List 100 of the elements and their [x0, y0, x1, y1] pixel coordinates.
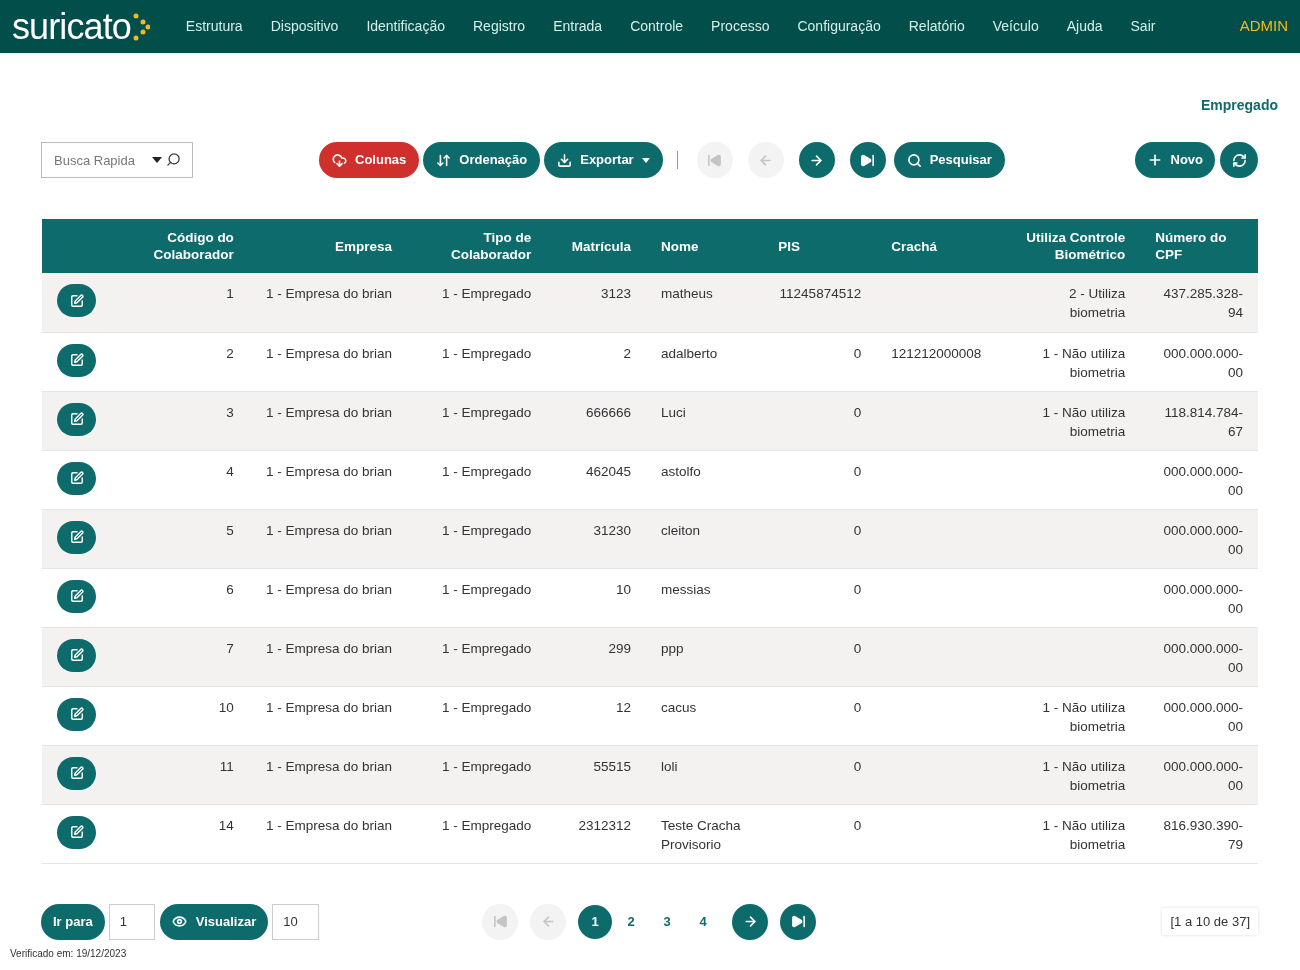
page-button[interactable]: 4 [686, 904, 721, 939]
table-cell-text: 1 - Empregado [440, 344, 532, 363]
table-cell-text: 1 - Empregado [440, 757, 532, 776]
table-cell-text: astolfo [660, 462, 702, 481]
table-cell-text: Teste Cracha Provisorio [660, 816, 742, 854]
table-cell-text: 0 [852, 462, 862, 481]
table-cell-text: 437.285.328-94 [1162, 285, 1243, 322]
arrow-right-icon [809, 152, 825, 168]
edit-button[interactable] [57, 815, 96, 849]
page-button[interactable]: 2 [614, 904, 649, 939]
nav-menu-item[interactable]: Sair [1116, 16, 1170, 37]
table-cell-text: cleiton [660, 521, 701, 540]
next-page-button[interactable] [732, 903, 769, 940]
table-cell-text: 7 [225, 639, 234, 658]
table-cell-text: 462045 [584, 462, 631, 481]
edit-icon [69, 412, 84, 426]
column-header[interactable]: Utiliza Controle Biométrico [1011, 229, 1126, 263]
table-cell-text: 1 - Não utiliza biometria [1041, 698, 1126, 736]
view-button[interactable]: Visualizar [159, 903, 269, 940]
search-button[interactable]: Pesquisar [893, 142, 1005, 178]
table-cell-text: 0 [852, 344, 862, 363]
edit-button[interactable] [57, 756, 96, 790]
column-header[interactable]: Matrícula [561, 237, 631, 255]
nav-menu-item[interactable]: Veículo [978, 16, 1053, 37]
table-cell-text: 3123 [599, 285, 631, 303]
edit-button[interactable] [57, 343, 96, 377]
nav-menu-item[interactable]: Ajuda [1052, 16, 1117, 37]
record-range: [1 a 10 de 37] [1162, 907, 1258, 936]
page-number-field[interactable]: 1 [108, 903, 155, 940]
table-cell-text: 000.000.000-00 [1162, 639, 1243, 677]
page-title: Empregado [1201, 96, 1278, 115]
nav-menu-item[interactable]: Registro [459, 16, 540, 37]
nav-menu-item[interactable]: Entrada [539, 16, 617, 37]
column-header[interactable]: Crachá [891, 237, 982, 255]
edit-icon [69, 293, 84, 308]
edit-icon [69, 766, 84, 780]
skip-forward-icon [790, 914, 806, 929]
user-name[interactable]: ADMIN [1239, 15, 1288, 38]
table-cell-text: 10 [614, 580, 631, 599]
edit-button[interactable] [57, 638, 96, 672]
table-cell-text: 000.000.000-00 [1162, 757, 1243, 795]
search-field[interactable]: Busca Rapida [41, 142, 193, 178]
table-cell-text: adalberto [660, 344, 719, 363]
table-cell-text: matheus [660, 285, 714, 303]
table-cell-text: 1 - Empresa do brian [264, 816, 392, 835]
edit-button[interactable] [57, 579, 96, 613]
last-page-button[interactable] [849, 142, 886, 178]
table-cell-text: 1 - Não utiliza biometria [1041, 757, 1126, 795]
table-cell-text: 1 - Empresa do brian [264, 462, 392, 481]
table-cell-text: 1 [225, 285, 234, 303]
table-cell-text: 0 [852, 403, 862, 422]
next-page-button[interactable] [798, 142, 835, 178]
last-page-button[interactable] [780, 903, 817, 940]
edit-button[interactable] [57, 461, 96, 495]
nav-menu-item[interactable]: Controle [616, 16, 698, 37]
caret-icon [641, 157, 650, 163]
edit-button[interactable] [57, 697, 96, 731]
nav-menu-item[interactable]: Dispositivo [256, 16, 353, 37]
export-button[interactable]: Exportar [544, 142, 663, 178]
column-header[interactable]: Número do CPF [1155, 229, 1243, 263]
column-header[interactable]: Empresa [263, 237, 392, 255]
table-cell-text: 000.000.000-00 [1162, 462, 1243, 500]
skip-back-icon [492, 914, 508, 929]
page-button[interactable]: 1 [578, 904, 613, 939]
nav-menu-item[interactable]: Configuração [783, 16, 895, 37]
table-cell-text: 0 [852, 757, 862, 776]
table-cell-text: 000.000.000-00 [1162, 698, 1243, 736]
edit-icon [69, 589, 84, 603]
table-cell-text: 4 [225, 462, 234, 481]
nav-menu-item[interactable]: Relatório [894, 16, 979, 37]
go-to-button[interactable]: Ir para [41, 903, 105, 940]
table-cell-text: cacus [660, 698, 698, 717]
table-cell-text: 14 [217, 816, 234, 835]
column-header[interactable]: Tipo de Colaborador [422, 229, 532, 263]
table-cell-text: 1 - Empregado [440, 285, 532, 303]
table-cell-text: 1 - Empresa do brian [264, 521, 392, 540]
nav-menu-item[interactable]: Identificação [352, 16, 459, 37]
nav-menu-item[interactable]: Processo [697, 16, 784, 37]
table-cell-text: 11 [218, 757, 234, 776]
new-button[interactable]: Novo [1134, 142, 1215, 178]
table-cell-text: 1 - Empresa do brian [264, 403, 392, 422]
edit-button[interactable] [57, 402, 96, 436]
table-cell-text: 0 [852, 639, 862, 658]
edit-button[interactable] [57, 520, 96, 554]
column-header[interactable]: Nome [660, 237, 749, 255]
search-icon [166, 152, 181, 167]
page-button[interactable]: 3 [650, 904, 685, 939]
table-cell-text: 1 - Empregado [440, 521, 532, 540]
nav-menu-item[interactable]: Estrutura [171, 16, 257, 37]
sort-button[interactable]: Ordenação [423, 142, 541, 178]
table-cell-text: 31230 [592, 521, 631, 540]
column-header[interactable]: Código do Colaborador [124, 229, 234, 263]
logo[interactable]: suricato [12, 8, 131, 45]
table-cell-text: 299 [607, 639, 631, 658]
table-cell-text: 0 [852, 698, 862, 717]
refresh-button[interactable] [1220, 142, 1258, 178]
page-size-field[interactable]: 10 [272, 903, 320, 940]
edit-button[interactable] [57, 284, 96, 317]
column-header[interactable]: PIS [778, 237, 862, 255]
columns-button[interactable]: Colunas [319, 142, 420, 178]
